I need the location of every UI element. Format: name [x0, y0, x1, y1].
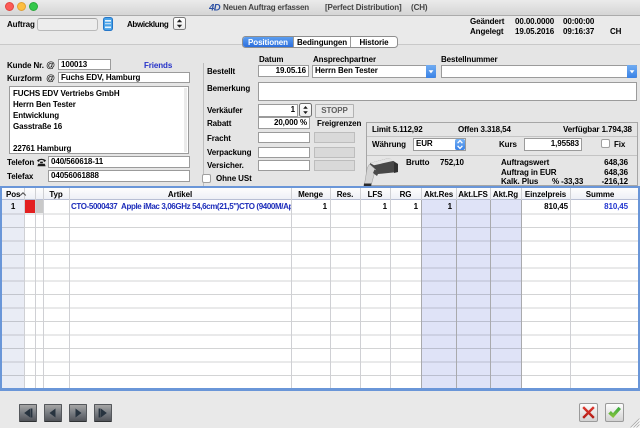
svg-text:4D: 4D [209, 3, 221, 14]
